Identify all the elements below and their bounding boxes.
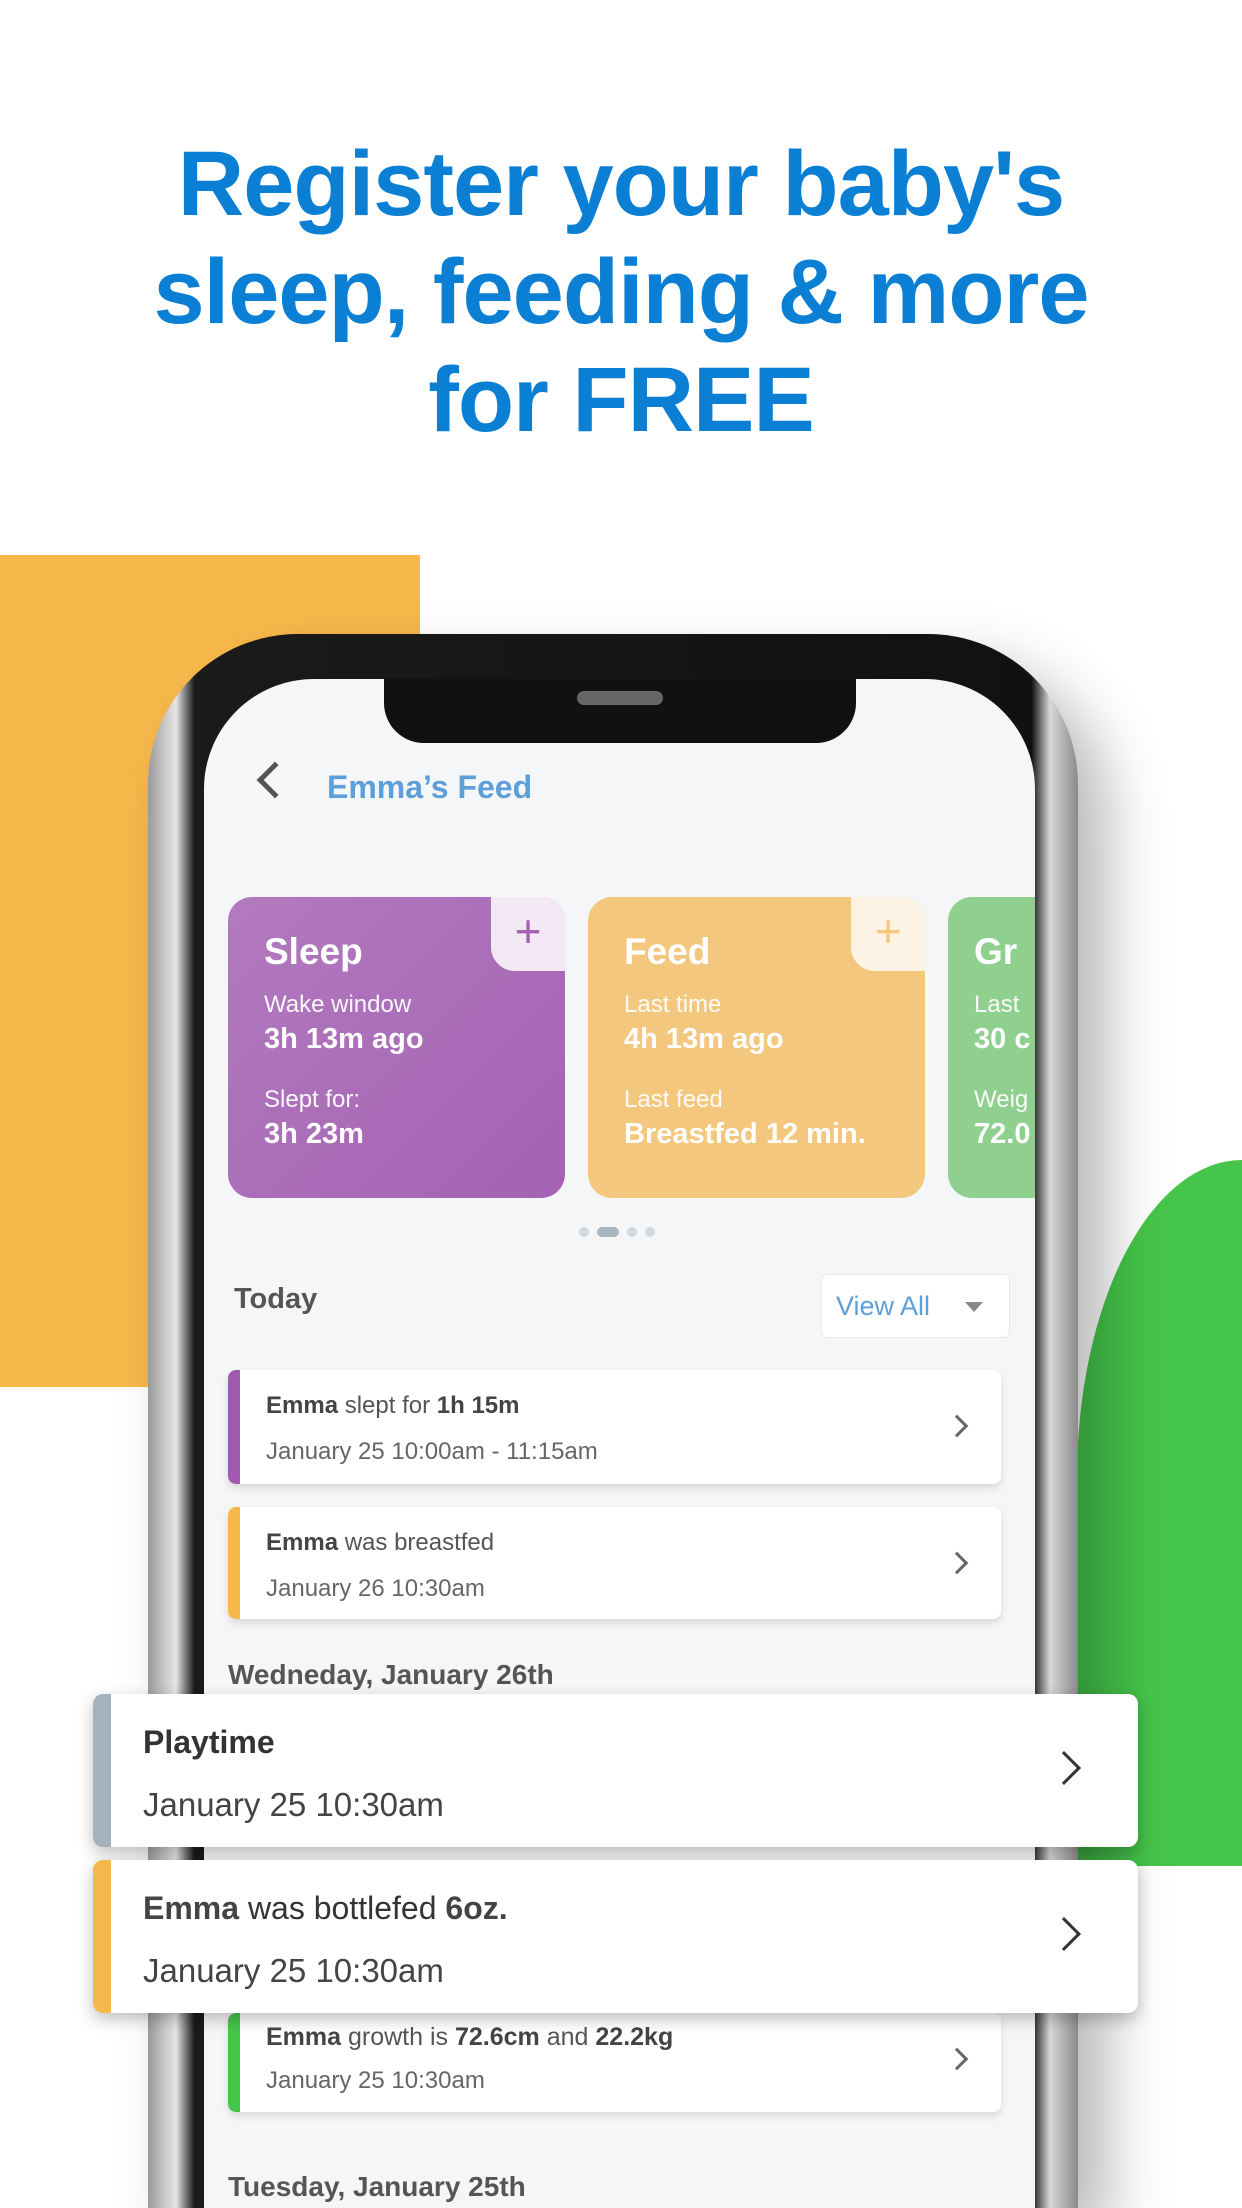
growth-card[interactable]: Gr Last 30 c Weig 72.0: [948, 897, 1035, 1198]
category-bar: [93, 1860, 111, 2013]
chevron-right-icon: [945, 1414, 969, 1438]
category-bar: [228, 1370, 240, 1484]
playtime-card[interactable]: Playtime January 25 10:30am: [93, 1694, 1138, 1847]
headline-line-2: sleep, feeding & more: [153, 241, 1089, 343]
card-value: 4h 13m ago: [624, 1023, 784, 1055]
card-label: Wake window: [264, 991, 412, 1018]
chevron-right-icon: [1047, 1917, 1081, 1951]
page-title: Emma’s Feed: [327, 769, 533, 805]
day-header: Wedneday, January 26th: [228, 1659, 554, 1690]
card-value: 3h 13m ago: [264, 1023, 424, 1055]
category-bar: [228, 2013, 240, 2112]
view-all-label: View All: [836, 1291, 931, 1321]
pager-dots: [579, 1227, 655, 1237]
item-date: January 25 10:30am: [266, 2067, 485, 2094]
item-title: Playtime: [143, 1724, 275, 1760]
chevron-right-icon: [945, 1551, 969, 1575]
chevron-right-icon: [1047, 1751, 1081, 1785]
feed-card[interactable]: Feed Last time 4h 13m ago Last feed Brea…: [588, 897, 925, 1198]
plus-icon[interactable]: +: [491, 897, 565, 971]
item-title: Emma was breastfed: [266, 1529, 495, 1556]
item-title: Emma slept for 1h 15m: [266, 1392, 520, 1419]
card-label: Last time: [624, 991, 722, 1018]
phone-notch: [384, 679, 856, 743]
category-bar: [228, 1507, 240, 1619]
category-bar: [93, 1694, 111, 1847]
card-value: 72.0: [974, 1118, 1031, 1150]
item-date: January 25 10:30am: [143, 1786, 444, 1823]
chevron-left-icon[interactable]: [256, 761, 294, 799]
sleep-card[interactable]: Sleep Wake window 3h 13m ago Slept for: …: [228, 897, 565, 1198]
item-date: January 25 10:00am - 11:15am: [266, 1438, 598, 1465]
list-item[interactable]: Emma was breastfed January 26 10:30am: [228, 1507, 1001, 1619]
list-item[interactable]: Emma growth is 72.6cm and 22.2kg January…: [228, 2013, 1001, 2112]
card-label: Last: [974, 991, 1020, 1018]
card-value: Breastfed 12 min.: [624, 1118, 866, 1150]
bottlefed-card[interactable]: Emma was bottlefed 6oz. January 25 10:30…: [93, 1860, 1138, 2013]
plus-icon[interactable]: +: [851, 897, 925, 971]
pager-dot[interactable]: [627, 1227, 637, 1237]
item-title: Emma was bottlefed 6oz.: [143, 1890, 508, 1926]
card-label: Slept for:: [264, 1086, 361, 1113]
card-value: 30 c: [974, 1023, 1031, 1055]
pager-dot[interactable]: [645, 1227, 655, 1237]
pager-dot-active[interactable]: [597, 1227, 619, 1237]
card-label: Weig: [974, 1086, 1029, 1113]
item-date: January 25 10:30am: [143, 1952, 444, 1989]
list-item[interactable]: Emma slept for 1h 15m January 25 10:00am…: [228, 1370, 1001, 1484]
card-value: 3h 23m: [264, 1118, 364, 1150]
headline: Register your baby's sleep, feeding & mo…: [0, 130, 1242, 454]
view-all-dropdown[interactable]: View All: [821, 1274, 1010, 1338]
section-today: Today: [234, 1283, 318, 1315]
card-title: Gr: [974, 931, 1018, 972]
item-title: Emma growth is 72.6cm and 22.2kg: [266, 2023, 674, 2051]
chevron-right-icon: [945, 2047, 969, 2071]
day-header: Tuesday, January 25th: [228, 2171, 526, 2202]
item-date: January 26 10:30am: [266, 1575, 485, 1602]
caret-down-icon: [965, 1302, 983, 1312]
speaker: [577, 691, 663, 705]
card-label: Last feed: [624, 1086, 723, 1113]
headline-line-1: Register your baby's: [177, 133, 1065, 235]
headline-line-3: for FREE: [428, 349, 815, 451]
pager-dot[interactable]: [579, 1227, 589, 1237]
